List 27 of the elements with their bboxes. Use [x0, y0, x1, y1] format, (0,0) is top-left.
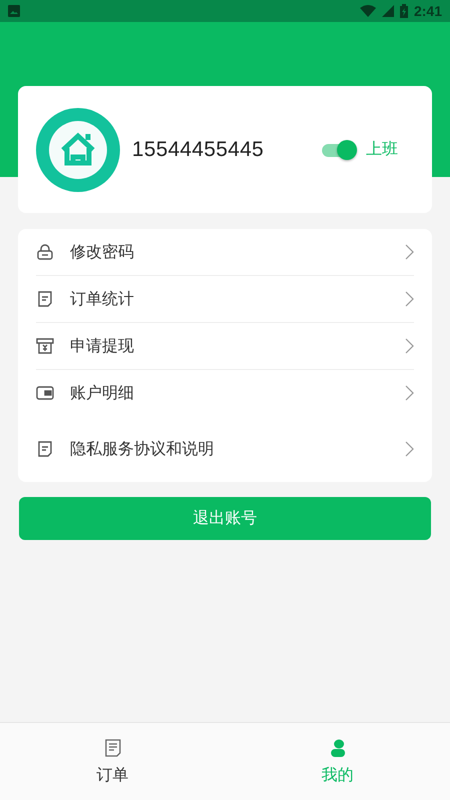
clock-time: 2:41	[414, 3, 442, 19]
signal-icon	[382, 5, 394, 17]
chevron-right-icon	[405, 441, 414, 457]
person-icon	[330, 739, 346, 757]
nav-tab[interactable]: 订单	[0, 723, 225, 800]
menu-item[interactable]: 隐私服务协议和说明	[36, 416, 414, 482]
document-icon	[36, 290, 54, 308]
document-icon	[104, 739, 120, 757]
duty-status-label: 上班	[366, 139, 398, 160]
battery-icon	[400, 4, 408, 18]
image-icon	[8, 5, 20, 17]
menu-item[interactable]: 申请提现	[36, 323, 414, 370]
house-avatar-icon	[36, 108, 120, 192]
duty-toggle[interactable]	[322, 140, 356, 160]
menu-item[interactable]: 账户明细	[36, 370, 414, 416]
menu-item[interactable]: 修改密码	[36, 229, 414, 276]
document-icon	[36, 440, 54, 458]
chevron-right-icon	[405, 338, 414, 354]
menu-item[interactable]: 订单统计	[36, 276, 414, 323]
chevron-right-icon	[405, 291, 414, 307]
chevron-right-icon	[405, 244, 414, 260]
wallet-icon	[36, 384, 54, 402]
lock-icon	[36, 243, 54, 261]
phone-number: 15544455445	[132, 138, 264, 162]
chevron-right-icon	[405, 385, 414, 401]
wifi-icon	[360, 5, 376, 17]
cash-drawer-icon	[36, 337, 54, 355]
